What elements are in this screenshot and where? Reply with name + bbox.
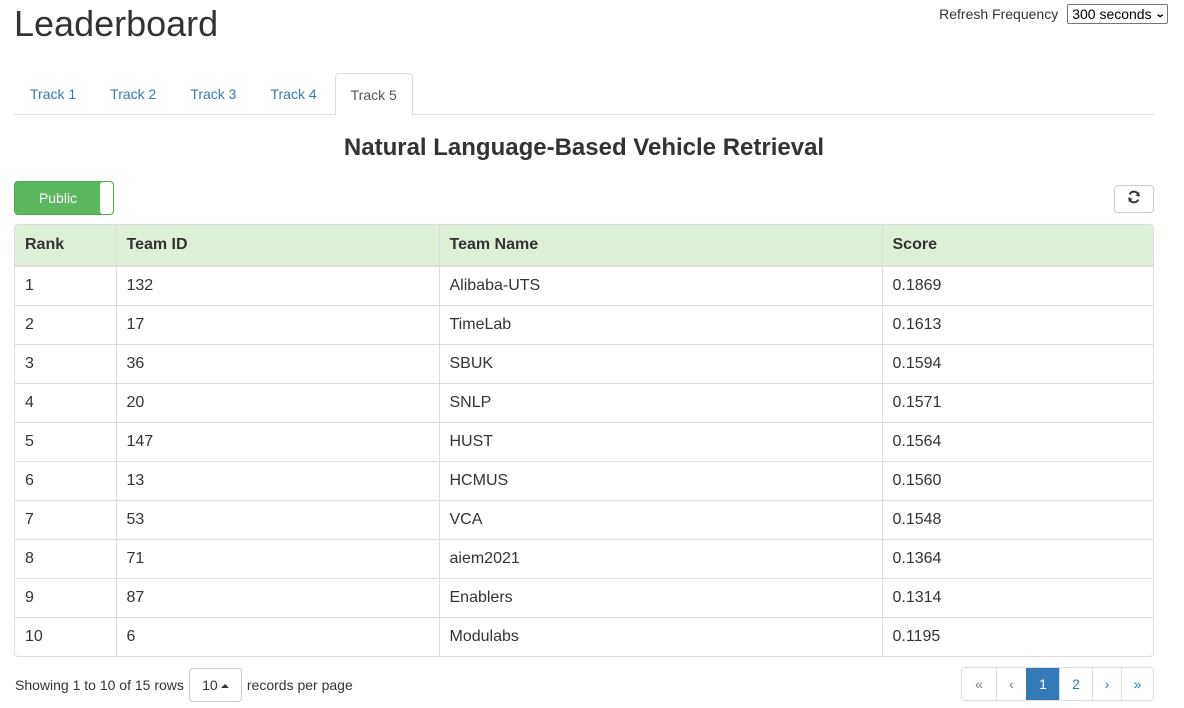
team-name-cell: Enablers bbox=[438, 577, 882, 617]
tab-track-3[interactable]: Track 3 bbox=[174, 73, 252, 115]
rank-cell: 6 bbox=[15, 460, 116, 500]
column-header-rank[interactable]: Rank bbox=[15, 225, 116, 267]
team-id-cell: 6 bbox=[115, 616, 439, 656]
page-2-button[interactable]: 2 bbox=[1059, 668, 1092, 700]
score-cell: 0.1613 bbox=[881, 304, 1153, 344]
public-toggle[interactable]: Public bbox=[14, 181, 114, 215]
prev-page-button[interactable]: ‹ bbox=[996, 668, 1026, 700]
records-per-page-label: records per page bbox=[246, 677, 353, 693]
refresh-icon bbox=[1127, 190, 1141, 209]
tab-label: Track 3 bbox=[190, 86, 237, 102]
table-row: 6 13 HCMUS 0.1560 bbox=[15, 460, 1153, 500]
score-cell: 0.1548 bbox=[881, 499, 1153, 539]
score-cell: 0.1195 bbox=[881, 616, 1153, 656]
team-name-cell: Alibaba-UTS bbox=[438, 266, 882, 305]
table-row: 7 53 VCA 0.1548 bbox=[15, 499, 1153, 539]
team-name-cell: aiem2021 bbox=[438, 538, 882, 578]
tab-label: Track 5 bbox=[350, 86, 397, 103]
score-cell: 0.1314 bbox=[881, 577, 1153, 617]
page-1-button[interactable]: 1 bbox=[1026, 668, 1059, 700]
toggle-handle bbox=[100, 182, 113, 214]
team-id-cell: 13 bbox=[115, 460, 439, 500]
leaderboard-table: Rank Team ID Team Name Score 1 132 Alibaba… bbox=[14, 224, 1154, 657]
table-row: 4 20 SNLP 0.1571 bbox=[15, 382, 1153, 422]
team-name-cell: VCA bbox=[438, 499, 882, 539]
table-row: 2 17 TimeLab 0.1613 bbox=[15, 304, 1153, 344]
team-id-cell: 20 bbox=[115, 382, 439, 422]
refresh-frequency-value: 300 seconds bbox=[1072, 6, 1152, 22]
next-page-button[interactable]: › bbox=[1092, 668, 1121, 700]
team-id-cell: 36 bbox=[115, 343, 439, 383]
score-cell: 0.1364 bbox=[881, 538, 1153, 578]
last-page-button[interactable]: » bbox=[1121, 668, 1153, 700]
refresh-button[interactable] bbox=[1114, 185, 1154, 213]
rank-cell: 7 bbox=[15, 499, 116, 539]
track-subtitle: Natural Language-Based Vehicle Retrieval bbox=[343, 134, 825, 161]
page-title: Leaderboard bbox=[14, 3, 219, 44]
table-row: 1 132 Alibaba-UTS 0.1869 bbox=[15, 266, 1153, 305]
team-name-cell: TimeLab bbox=[438, 304, 882, 344]
tab-track-2[interactable]: Track 2 bbox=[94, 73, 172, 115]
team-id-cell: 87 bbox=[115, 577, 439, 617]
rank-cell: 2 bbox=[15, 304, 116, 344]
tab-label: Track 2 bbox=[110, 86, 157, 102]
pagination: « ‹ 1 2 › » bbox=[961, 667, 1154, 701]
score-cell: 0.1594 bbox=[881, 343, 1153, 383]
column-header-score[interactable]: Score bbox=[881, 225, 1153, 267]
rank-cell: 3 bbox=[15, 343, 116, 383]
rank-cell: 9 bbox=[15, 577, 116, 617]
refresh-frequency-select[interactable]: 300 seconds ⌄ bbox=[1067, 4, 1168, 24]
rank-cell: 4 bbox=[15, 382, 116, 422]
showing-rows-text: Showing 1 to 10 of 15 rows bbox=[15, 677, 184, 693]
caret-up-icon bbox=[220, 683, 229, 688]
team-id-cell: 53 bbox=[115, 499, 439, 539]
team-id-cell: 132 bbox=[115, 266, 439, 305]
team-id-cell: 147 bbox=[115, 421, 439, 461]
page-size-dropdown[interactable]: 10 bbox=[188, 668, 242, 702]
team-id-cell: 71 bbox=[115, 538, 439, 578]
table-row: 5 147 HUST 0.1564 bbox=[15, 421, 1153, 461]
rank-cell: 8 bbox=[15, 538, 116, 578]
chevron-down-icon: ⌄ bbox=[1154, 8, 1166, 20]
team-id-cell: 17 bbox=[115, 304, 439, 344]
table-row: 8 71 aiem2021 0.1364 bbox=[15, 538, 1153, 578]
team-name-cell: HCMUS bbox=[438, 460, 882, 500]
table-row: 3 36 SBUK 0.1594 bbox=[15, 343, 1153, 383]
rank-cell: 10 bbox=[15, 616, 116, 656]
column-header-team-id[interactable]: Team ID bbox=[115, 225, 439, 267]
team-name-cell: SNLP bbox=[438, 382, 882, 422]
team-name-cell: SBUK bbox=[438, 343, 882, 383]
team-name-cell: HUST bbox=[438, 421, 882, 461]
pagination-info: Showing 1 to 10 of 15 rows 10 records pe… bbox=[15, 668, 353, 702]
team-name-cell: Modulabs bbox=[438, 616, 882, 656]
tab-label: Track 1 bbox=[30, 86, 77, 102]
refresh-frequency-control: Refresh Frequency 300 seconds ⌄ bbox=[939, 4, 1168, 24]
page-size-value: 10 bbox=[202, 677, 218, 693]
table-header-row: Rank Team ID Team Name Score bbox=[15, 225, 1153, 267]
first-page-button[interactable]: « bbox=[962, 668, 996, 700]
tab-track-5[interactable]: Track 5 bbox=[334, 73, 413, 116]
toggle-label: Public bbox=[38, 190, 78, 206]
table-row: 10 6 Modulabs 0.1195 bbox=[15, 616, 1153, 656]
table-row: 9 87 Enablers 0.1314 bbox=[15, 577, 1153, 617]
score-cell: 0.1560 bbox=[881, 460, 1153, 500]
column-header-team-name[interactable]: Team Name bbox=[438, 225, 882, 267]
rank-cell: 5 bbox=[15, 421, 116, 461]
score-cell: 0.1571 bbox=[881, 382, 1153, 422]
score-cell: 0.1564 bbox=[881, 421, 1153, 461]
track-tabs: Track 1 Track 2 Track 3 Track 4 Track 5 bbox=[14, 73, 1154, 116]
tab-track-4[interactable]: Track 4 bbox=[254, 73, 332, 115]
tab-track-1[interactable]: Track 1 bbox=[14, 73, 92, 115]
score-cell: 0.1869 bbox=[881, 266, 1153, 305]
tab-label: Track 4 bbox=[270, 86, 317, 102]
refresh-frequency-label: Refresh Frequency bbox=[939, 6, 1059, 22]
rank-cell: 1 bbox=[25, 276, 34, 294]
